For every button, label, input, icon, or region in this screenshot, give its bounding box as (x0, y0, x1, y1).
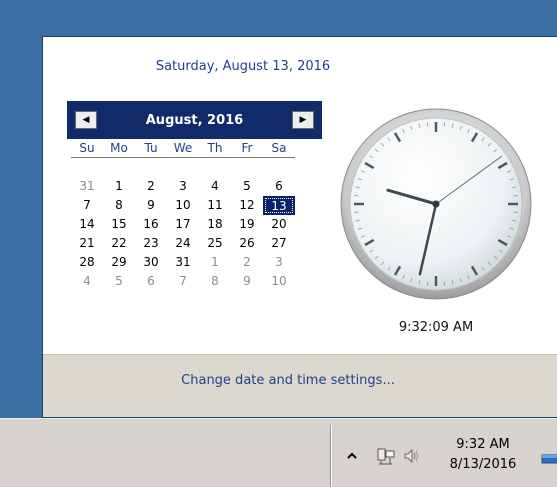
calendar-day[interactable]: 25 (199, 234, 231, 253)
flyout-footer: Change date and time settings... (43, 354, 557, 417)
calendar-day[interactable]: 17 (167, 215, 199, 234)
calendar-day-today[interactable]: 13 (263, 196, 295, 215)
calendar-day[interactable]: 9 (231, 272, 263, 291)
calendar-day[interactable]: 24 (167, 234, 199, 253)
calendar-day[interactable]: 3 (263, 253, 295, 272)
weekday-divider (71, 157, 295, 158)
weekday-header: We (167, 139, 199, 158)
triangle-right-icon: ▶ (300, 116, 307, 125)
tray-clock[interactable]: 9:32 AM 8/13/2016 (443, 435, 523, 475)
calendar-day[interactable]: 31 (71, 177, 103, 196)
previous-month-button[interactable]: ◀ (75, 111, 97, 129)
clock-face-svg (339, 107, 533, 301)
calendar-day[interactable]: 15 (103, 215, 135, 234)
calendar-day[interactable]: 2 (135, 177, 167, 196)
calendar-day[interactable]: 19 (231, 215, 263, 234)
weekday-header: Th (199, 139, 231, 158)
weekday-header: Mo (103, 139, 135, 158)
digital-time: 9:32:09 AM (339, 320, 533, 335)
tray-time: 9:32 AM (443, 435, 523, 455)
calendar-day[interactable]: 1 (199, 253, 231, 272)
calendar-day[interactable]: 4 (199, 177, 231, 196)
clock-center-pin (433, 201, 440, 208)
long-date-header[interactable]: Saturday, August 13, 2016 (43, 59, 443, 74)
calendar: ◀ August, 2016 ▶ SuMoTuWeThFrSa311234567… (67, 101, 322, 291)
weekday-header: Su (71, 139, 103, 158)
volume-icon[interactable] (403, 447, 421, 465)
calendar-month-title[interactable]: August, 2016 (146, 113, 243, 128)
calendar-day[interactable]: 7 (71, 196, 103, 215)
weekday-header: Sa (263, 139, 295, 158)
tray-date: 8/13/2016 (443, 455, 523, 475)
calendar-day[interactable]: 2 (231, 253, 263, 272)
calendar-day[interactable]: 10 (263, 272, 295, 291)
calendar-header: ◀ August, 2016 ▶ (67, 101, 322, 139)
network-icon[interactable] (377, 447, 395, 465)
calendar-day[interactable]: 9 (135, 196, 167, 215)
calendar-day[interactable]: 11 (199, 196, 231, 215)
calendar-day[interactable]: 5 (231, 177, 263, 196)
calendar-day[interactable]: 10 (167, 196, 199, 215)
change-date-time-settings-link[interactable]: Change date and time settings... (43, 373, 533, 388)
calendar-day[interactable]: 23 (135, 234, 167, 253)
calendar-day[interactable]: 28 (71, 253, 103, 272)
date-time-flyout: Saturday, August 13, 2016 ◀ August, 2016… (42, 36, 557, 418)
show-hidden-icons-chevron-icon[interactable] (343, 447, 361, 465)
calendar-day[interactable]: 31 (167, 253, 199, 272)
notification-area: 9:32 AM 8/13/2016 (330, 425, 557, 487)
show-desktop-icon[interactable] (539, 447, 557, 469)
calendar-day[interactable]: 20 (263, 215, 295, 234)
weekday-header: Tu (135, 139, 167, 158)
calendar-day[interactable]: 16 (135, 215, 167, 234)
analog-clock (339, 107, 533, 301)
calendar-day[interactable]: 22 (103, 234, 135, 253)
calendar-day[interactable]: 4 (71, 272, 103, 291)
calendar-grid: SuMoTuWeThFrSa31123456789101112131415161… (71, 139, 322, 291)
calendar-day[interactable]: 29 (103, 253, 135, 272)
calendar-day[interactable]: 5 (103, 272, 135, 291)
weekday-header: Fr (231, 139, 263, 158)
calendar-day[interactable]: 21 (71, 234, 103, 253)
calendar-day[interactable]: 14 (71, 215, 103, 234)
calendar-day[interactable]: 1 (103, 177, 135, 196)
calendar-day[interactable]: 8 (199, 272, 231, 291)
calendar-day[interactable]: 12 (231, 196, 263, 215)
calendar-day[interactable]: 7 (167, 272, 199, 291)
next-month-button[interactable]: ▶ (292, 111, 314, 129)
triangle-left-icon: ◀ (83, 116, 90, 125)
calendar-day[interactable]: 18 (199, 215, 231, 234)
calendar-day[interactable]: 26 (231, 234, 263, 253)
calendar-day[interactable]: 3 (167, 177, 199, 196)
calendar-day[interactable]: 27 (263, 234, 295, 253)
calendar-day[interactable]: 30 (135, 253, 167, 272)
calendar-day[interactable]: 6 (135, 272, 167, 291)
taskbar: 9:32 AM 8/13/2016 (0, 418, 557, 487)
calendar-day[interactable]: 6 (263, 177, 295, 196)
calendar-day[interactable]: 8 (103, 196, 135, 215)
